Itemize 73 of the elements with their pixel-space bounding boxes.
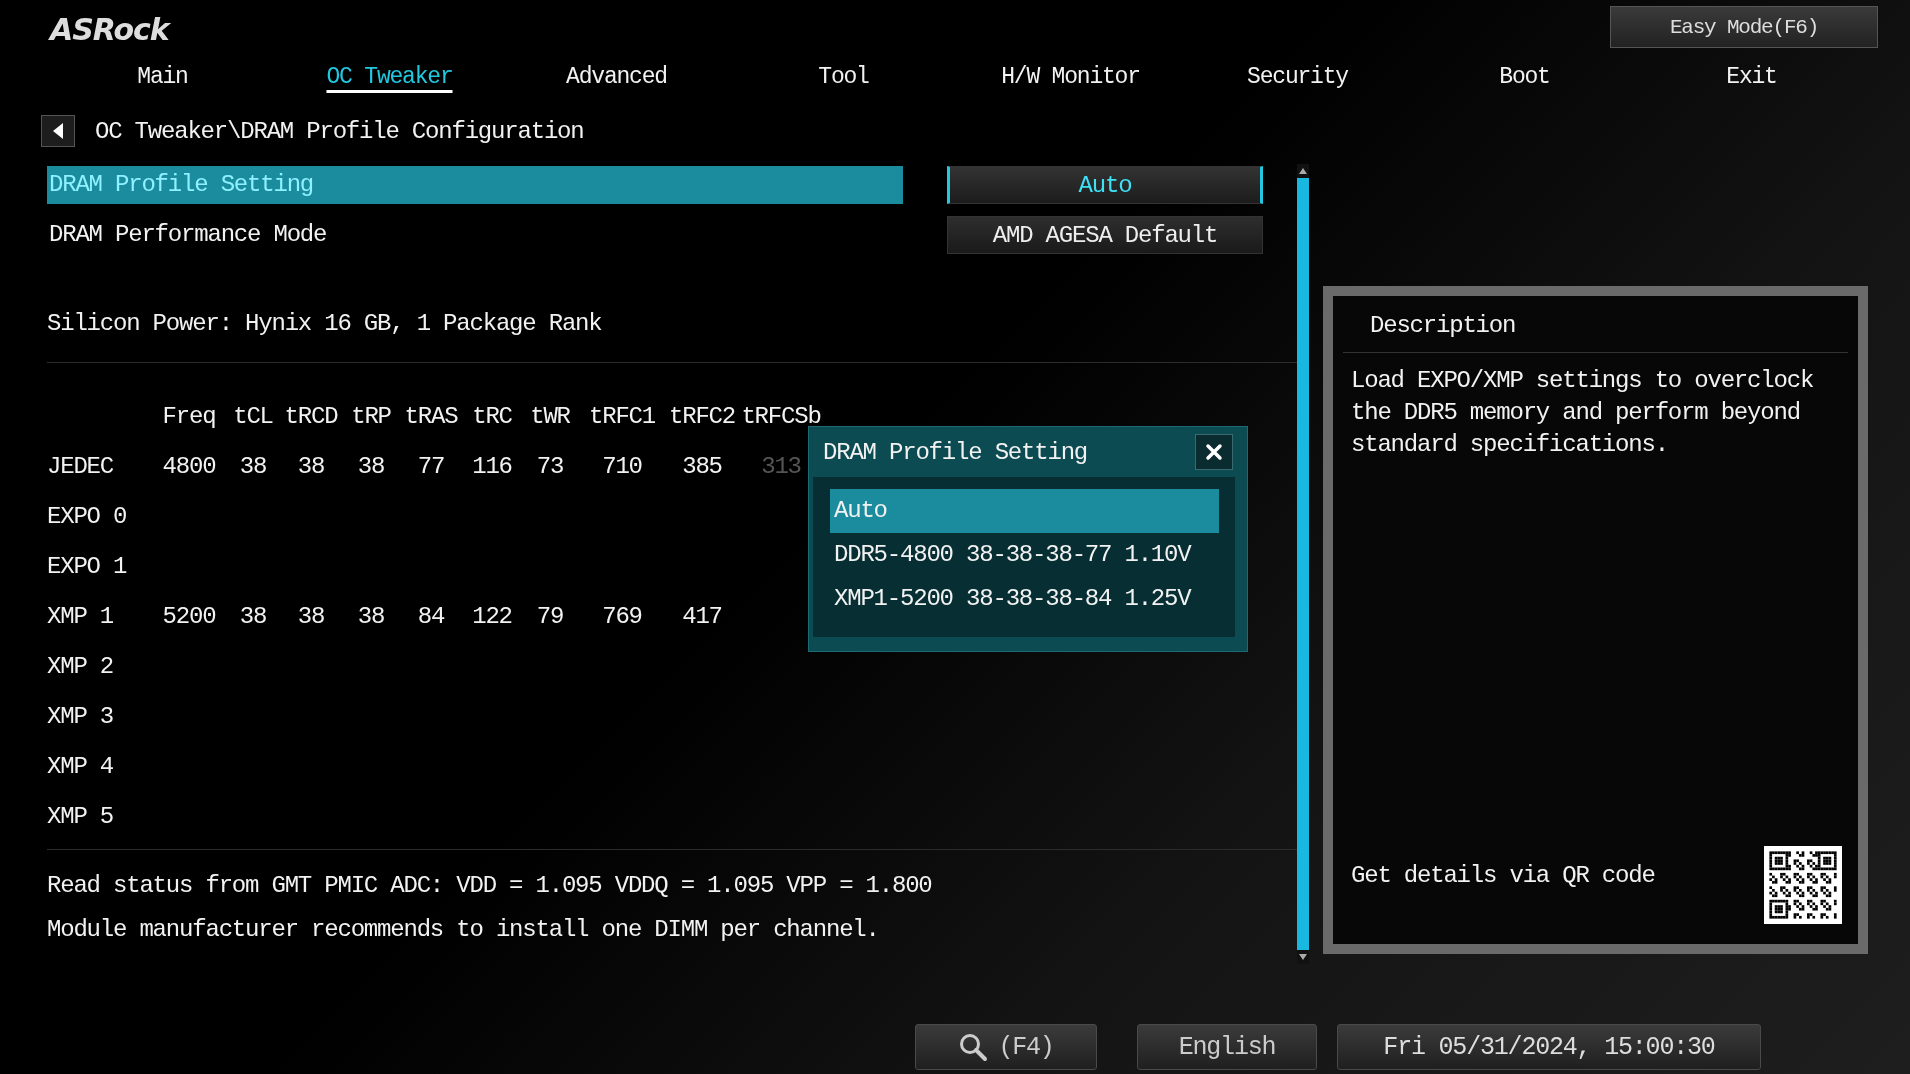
status-text: Module manufacturer recommends to install one DIMM per channel. [47, 915, 880, 945]
qr-label: Get details via QR code [1351, 861, 1655, 889]
back-arrow-icon [51, 122, 65, 140]
row-label: EXPO 1 [47, 552, 128, 580]
table-cell-text: 84 [416, 602, 446, 630]
setting-value-button[interactable]: AMD AGESA Default [947, 216, 1263, 254]
table-cell-text: 38 [356, 452, 386, 480]
row-label: JEDEC [47, 452, 114, 480]
close-button[interactable] [1195, 434, 1233, 470]
tab[interactable]: Tool [730, 64, 957, 90]
column-header: tRCD [283, 402, 339, 430]
setting-value-button[interactable]: Auto [947, 166, 1263, 204]
table-cell-text: 417 [681, 602, 723, 630]
easy-mode-button[interactable]: Easy Mode(F6) [1610, 6, 1878, 48]
column-header: tRFC1 [588, 402, 656, 430]
table-cell-text: 38 [238, 452, 268, 480]
row-label: XMP 1 [47, 602, 114, 630]
description-text: Load EXPO/XMP settings to overclock the DDR5 memory and perform beyond standard specifications. [1350, 366, 1815, 460]
description-title: Description [1343, 296, 1848, 353]
breadcrumb: OC Tweaker\DRAM Profile Configuration [95, 117, 584, 145]
module-info: Silicon Power: Hynix 16 GB, 1 Package Rank [47, 310, 603, 339]
table-cell-text: 77 [416, 452, 446, 480]
column-header: tRFC2 [668, 402, 736, 430]
column-header: Freq [161, 402, 217, 430]
column-header: tRFCSb [740, 402, 822, 430]
row-label: XMP 2 [47, 652, 114, 680]
tab[interactable]: Exit [1638, 64, 1865, 90]
table-cell-text: 38 [238, 602, 268, 630]
column-header: tRAS [403, 402, 459, 430]
status-text: Read status from GMT PMIC ADC: VDD = 1.095 VDDQ = 1.095 VPP = 1.800 [47, 871, 933, 901]
qr-code-icon [1764, 846, 1842, 924]
option[interactable]: DDR5-4800 38-38-38-77 1.10V [830, 533, 1219, 577]
tab[interactable]: Main [49, 64, 276, 90]
logo: ASRock [50, 12, 169, 47]
table-cell-text: 122 [471, 602, 513, 630]
row-label: XMP 5 [47, 802, 114, 830]
option[interactable]: Auto [830, 489, 1219, 533]
table-cell-text: 38 [296, 602, 326, 630]
table-cell-text: 73 [535, 452, 565, 480]
table-cell-text: 4800 [161, 452, 217, 480]
table-cell-text: 769 [601, 602, 643, 630]
language-button[interactable]: English [1137, 1024, 1317, 1070]
scroll-down-icon[interactable] [1298, 953, 1308, 961]
popup-title: DRAM Profile Setting [823, 438, 1088, 466]
row-label: XMP 3 [47, 702, 114, 730]
back-button[interactable] [41, 115, 75, 147]
close-icon [1205, 443, 1223, 461]
setting-label[interactable]: DRAM Performance Mode [47, 216, 903, 254]
row-label: EXPO 0 [47, 502, 128, 530]
row-label: XMP 4 [47, 752, 114, 780]
table-cell-text: 38 [356, 602, 386, 630]
table-cell-text: 710 [601, 452, 643, 480]
option[interactable]: XMP1-5200 38-38-38-84 1.25V [830, 577, 1219, 621]
search-button[interactable]: (F4) [915, 1024, 1097, 1070]
table-cell-text: 116 [471, 452, 513, 480]
scrollbar[interactable] [1297, 164, 1309, 964]
column-header: tWR [529, 402, 571, 430]
tab[interactable]: Security [1184, 64, 1411, 90]
table-cell-text: 385 [681, 452, 723, 480]
tab[interactable]: Advanced [503, 64, 730, 90]
table-cell-text: 38 [296, 452, 326, 480]
table-cell-text: 79 [535, 602, 565, 630]
tab[interactable]: H/W Monitor [957, 64, 1184, 90]
column-header: tRP [350, 402, 392, 430]
scroll-up-icon[interactable] [1298, 167, 1308, 175]
column-header: tRC [471, 402, 513, 430]
table-cell-text: 5200 [161, 602, 217, 630]
date-time: Fri 05/31/2024, 15:00:30 [1337, 1024, 1761, 1070]
column-header: tCL [232, 402, 274, 430]
table-cell-text: 313 [760, 452, 802, 480]
tab[interactable]: Boot [1411, 64, 1638, 90]
tab[interactable]: OC Tweaker [276, 64, 503, 90]
search-icon [958, 1032, 989, 1062]
